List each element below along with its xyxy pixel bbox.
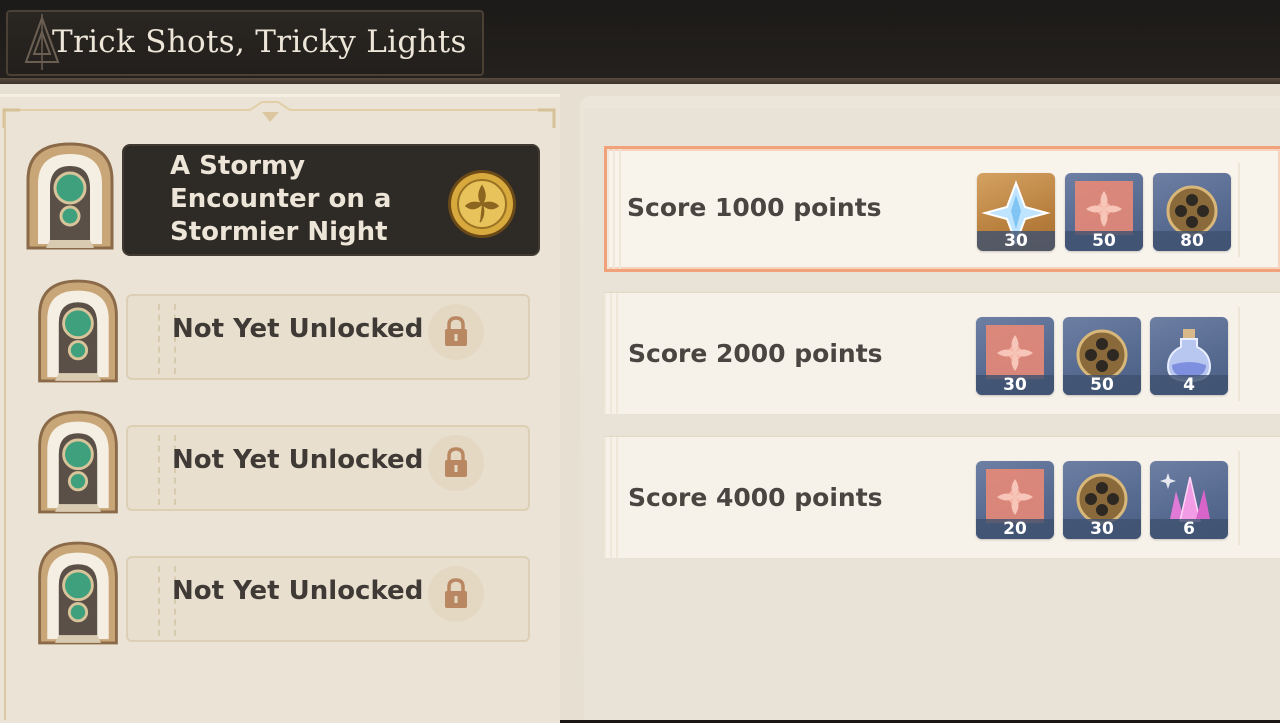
item-quantity: 80 [1153,231,1231,251]
stage-card-3[interactable]: Not Yet Unlocked [26,410,534,514]
reward-item-primogem[interactable]: 30 [977,173,1055,251]
stage-door-icon [38,541,118,645]
reward-row-3[interactable]: Score 4000 points 20 30 6 [604,436,1280,558]
stage-card-1[interactable]: A Stormy Encounter on a Stormier Night [26,142,540,256]
lock-icon [445,447,467,477]
stage-title: Not Yet Unlocked [172,445,424,475]
item-quantity: 30 [976,375,1054,395]
item-quantity: 20 [976,519,1054,539]
reward-item-film-reel[interactable]: 80 [1153,173,1231,251]
event-title: Trick Shots, Tricky Lights [52,24,467,60]
stage-title: Not Yet Unlocked [172,314,424,344]
item-quantity: 50 [1063,375,1141,395]
lock-icon [445,578,467,608]
reward-row-2[interactable]: Score 2000 points 30 50 4 [604,292,1280,414]
lock-badge [428,304,484,360]
reward-item-crystal[interactable]: 6 [1150,461,1228,539]
item-quantity: 6 [1150,519,1228,539]
lock-icon [445,316,467,346]
reward-item-flower[interactable]: 30 [976,317,1054,395]
item-quantity: 4 [1150,375,1228,395]
stage-door-icon [26,142,114,250]
stage-title: Not Yet Unlocked [172,576,424,606]
reward-item-flower[interactable]: 20 [976,461,1054,539]
reward-requirement: Score 1000 points [627,193,882,222]
item-quantity: 30 [977,231,1055,251]
lock-badge [428,566,484,622]
gold-medal-icon [448,170,516,238]
stage-door-icon [38,279,118,383]
reward-item-potion[interactable]: 4 [1150,317,1228,395]
item-quantity: 50 [1065,231,1143,251]
reward-item-flower[interactable]: 50 [1065,173,1143,251]
reward-requirement: Score 4000 points [628,483,883,512]
reward-requirement: Score 2000 points [628,339,883,368]
reward-item-film-reel[interactable]: 30 [1063,461,1141,539]
stage-card-4[interactable]: Not Yet Unlocked [26,541,534,645]
reward-item-film-reel[interactable]: 50 [1063,317,1141,395]
item-quantity: 30 [1063,519,1141,539]
lock-badge [428,435,484,491]
stage-title: A Stormy Encounter on a Stormier Night [170,151,392,247]
reward-row-1[interactable]: Score 1000 points 30 50 80 [604,146,1280,272]
stage-card-2[interactable]: Not Yet Unlocked [26,279,534,383]
stage-door-icon [38,410,118,514]
